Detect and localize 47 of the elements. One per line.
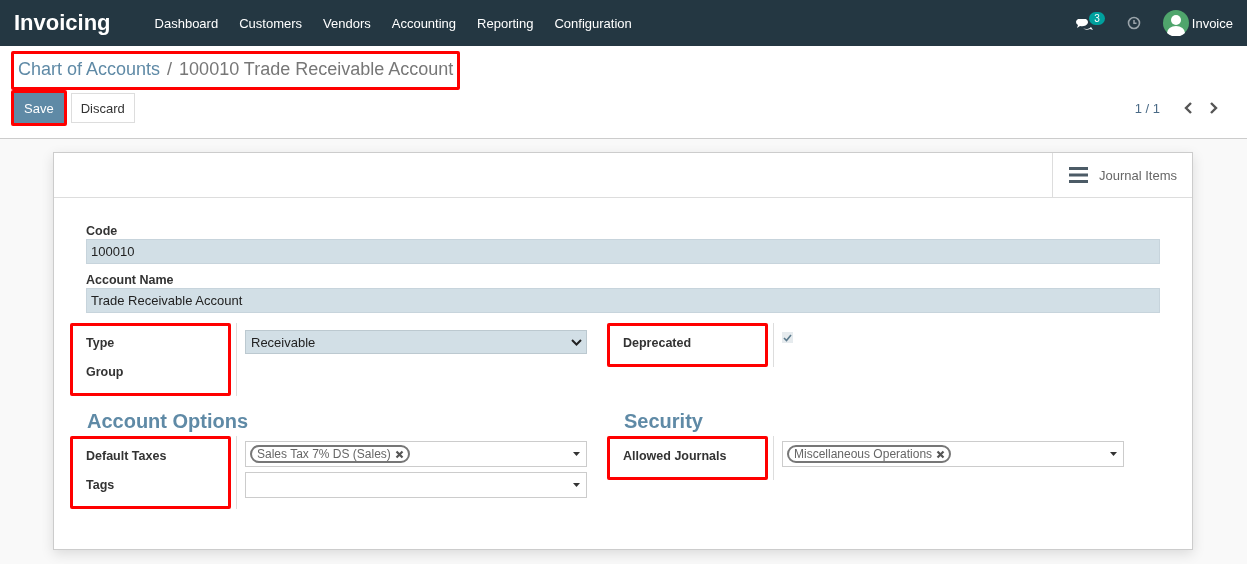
field-label: Tags [86, 477, 116, 494]
save-button[interactable]: Save [14, 93, 64, 123]
menu-item[interactable]: Configuration [554, 15, 632, 31]
menu-item[interactable]: Customers [239, 15, 303, 31]
field-label: Deprecated [623, 335, 693, 352]
tags-field[interactable] [245, 472, 587, 498]
caret-icon [573, 483, 580, 487]
menu-item[interactable]: Accounting [391, 15, 457, 31]
deprecated-checkbox[interactable] [782, 332, 793, 343]
tags-field[interactable]: Sales Tax 7% DS (Sales) [245, 441, 587, 467]
breadcrumb-current: 100010 Trade Receivable Account [179, 59, 454, 80]
user-name[interactable]: Invoice [1191, 15, 1233, 31]
field-label: Group [86, 364, 125, 381]
remove-icon [394, 449, 404, 459]
field-label: Account Name [86, 273, 175, 287]
field-label: Code [86, 224, 119, 238]
remove-icon [936, 449, 946, 459]
chevron-left-icon [1184, 102, 1193, 114]
menu-item[interactable]: Reporting [477, 15, 534, 31]
clock-icon [1126, 16, 1141, 30]
tag-chip: Sales Tax 7% DS (Sales) [250, 445, 410, 463]
text-field[interactable]: 100010 [86, 239, 1160, 264]
tags-field[interactable]: Miscellaneous Operations [782, 441, 1124, 467]
section-title: Security [623, 410, 704, 433]
avatar-icon [1162, 10, 1189, 36]
pager-value: 1 / 1 [1134, 100, 1160, 116]
caret-icon [573, 452, 580, 456]
type-dropdown[interactable]: Receivable [245, 330, 587, 354]
section-title: Account Options [86, 410, 250, 433]
message-count: 3 [1089, 12, 1105, 25]
breadcrumb-link[interactable]: Chart of Accounts [18, 59, 161, 80]
field-label: Type [86, 335, 116, 352]
chat-icon [1075, 19, 1094, 32]
breadcrumb-separator: / [167, 59, 173, 80]
field-label: Allowed Journals [623, 448, 728, 465]
discard-button[interactable]: Discard [70, 93, 135, 123]
menu-item[interactable]: Dashboard [154, 15, 219, 31]
menu-item[interactable]: Vendors [323, 15, 371, 31]
text-field[interactable]: Trade Receivable Account [86, 288, 1160, 313]
chevron-right-icon [1209, 102, 1218, 114]
field-label: Default Taxes [86, 448, 168, 465]
caret-icon [1110, 452, 1117, 456]
journal-items-button[interactable]: Journal Items [1051, 153, 1192, 197]
tag-chip: Miscellaneous Operations [787, 445, 952, 463]
chevron-down-icon [571, 338, 582, 346]
app-name[interactable]: Invoicing [14, 10, 111, 36]
list-icon [1068, 167, 1088, 183]
